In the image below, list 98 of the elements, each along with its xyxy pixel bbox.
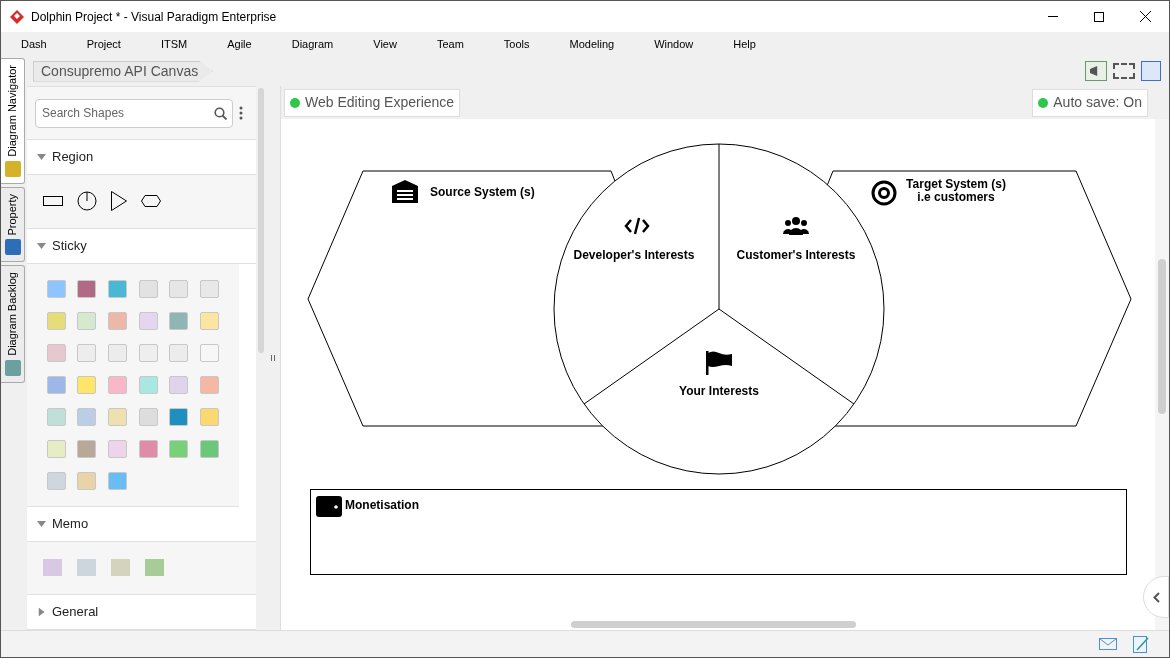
hexagon-shape-icon[interactable] <box>141 195 161 208</box>
circle-shape-icon[interactable] <box>77 191 97 212</box>
menu-item[interactable]: Project <box>76 32 131 56</box>
sticky-note-icon[interactable] <box>77 311 97 330</box>
palette-scrollbar[interactable] <box>258 88 264 353</box>
horizontal-scrollbar[interactable] <box>571 621 856 628</box>
sticky-note-icon[interactable] <box>169 343 189 362</box>
sticky-note-icon[interactable] <box>46 407 66 426</box>
sticky-note-icon[interactable] <box>108 311 128 330</box>
triangle-shape-icon[interactable] <box>111 191 127 212</box>
customer-interests-label: Customer's Interests <box>736 248 856 262</box>
diagram-canvas[interactable]: Source System (s) Target System (s) i.e customers Developer's Interests Customer's Interests Your Interests Monetisation <box>281 119 1155 630</box>
sticky-note-icon[interactable] <box>138 439 158 458</box>
breadcrumb[interactable]: Consupremo API Canvas <box>33 60 214 82</box>
megaphone-button[interactable] <box>1085 61 1107 81</box>
sticky-note-icon[interactable] <box>169 439 189 458</box>
sticky-note-icon[interactable] <box>138 407 158 426</box>
search-icon[interactable] <box>214 106 227 120</box>
sticky-note-icon[interactable] <box>77 439 97 458</box>
sticky-note-icon[interactable] <box>46 439 66 458</box>
sticky-note-icon[interactable] <box>46 343 66 362</box>
web-editing-badge[interactable]: Web Editing Experience <box>284 88 461 117</box>
sticky-note-icon[interactable] <box>138 279 158 298</box>
sticky-note-icon[interactable] <box>108 343 128 362</box>
sticky-note-icon[interactable] <box>108 471 128 490</box>
sticky-note-icon[interactable] <box>200 407 220 426</box>
menu-item[interactable]: Team <box>426 32 474 56</box>
menu-item[interactable]: Diagram <box>281 32 344 56</box>
app-logo-icon <box>10 9 24 24</box>
sticky-note-icon[interactable] <box>46 471 66 490</box>
caret-icon <box>38 607 45 617</box>
sticky-note-icon[interactable] <box>138 375 158 394</box>
users-icon <box>783 217 809 235</box>
menu-item[interactable]: Dash <box>11 32 57 56</box>
sticky-note-icon[interactable] <box>200 439 220 458</box>
memo-note-icon[interactable] <box>77 559 96 577</box>
note-edit-icon[interactable] <box>1133 635 1149 653</box>
search-field[interactable]: Search Shapes <box>35 98 233 128</box>
source-system-label: Source System (s) <box>430 185 535 199</box>
sticky-note-icon[interactable] <box>77 471 97 490</box>
autosave-badge[interactable]: Auto save: On <box>1032 88 1148 117</box>
sticky-note-icon[interactable] <box>200 279 220 298</box>
sticky-note-icon[interactable] <box>77 343 97 362</box>
sticky-note-icon[interactable] <box>77 407 97 426</box>
fit-screen-button[interactable] <box>1113 63 1135 79</box>
sticky-note-icon[interactable] <box>138 311 158 330</box>
window-title: Dolphin Project * - Visual Paradigm Enterprise <box>31 8 277 26</box>
sticky-note-icon[interactable] <box>108 439 128 458</box>
sticky-note-icon[interactable] <box>200 311 220 330</box>
chevron-left-icon <box>1152 591 1160 603</box>
code-icon <box>624 217 650 235</box>
side-tab[interactable]: Property <box>1 186 25 263</box>
sticky-note-icon[interactable] <box>200 375 220 394</box>
caret-icon <box>37 520 46 527</box>
sticky-note-icon[interactable] <box>169 279 189 298</box>
sticky-note-icon[interactable] <box>46 279 66 298</box>
mail-icon[interactable] <box>1099 638 1117 650</box>
menu-item[interactable]: View <box>363 32 407 56</box>
sticky-note-icon[interactable] <box>108 279 128 298</box>
target-system-label: i.e customers <box>917 190 995 204</box>
target-icon <box>871 180 897 206</box>
sticky-note-icon[interactable] <box>108 407 128 426</box>
wallet-icon <box>316 496 342 517</box>
sticky-note-icon[interactable] <box>138 343 158 362</box>
memo-note-icon[interactable] <box>111 559 130 577</box>
flag-icon <box>706 351 732 375</box>
sticky-note-icon[interactable] <box>169 407 189 426</box>
developer-interests-label: Developer's Interests <box>573 248 695 262</box>
layout-button[interactable] <box>1141 61 1161 81</box>
side-tab[interactable]: Diagram Navigator <box>1 58 25 184</box>
sticky-note-icon[interactable] <box>77 279 97 298</box>
caret-icon <box>37 154 46 160</box>
menu-item[interactable]: Window <box>644 32 704 56</box>
menu-item[interactable]: Agile <box>217 32 262 56</box>
menu-item[interactable]: Help <box>723 32 766 56</box>
target-system-label: Target System (s) <box>906 177 1006 191</box>
splitter-grip-icon[interactable] <box>271 355 275 361</box>
menu-item[interactable]: Modeling <box>559 32 625 56</box>
monetisation-label: Monetisation <box>345 498 419 512</box>
your-interests-label: Your Interests <box>679 384 759 398</box>
sticky-note-icon[interactable] <box>200 343 220 362</box>
side-tab[interactable]: Diagram Backlog <box>1 265 25 384</box>
caret-icon <box>37 242 46 249</box>
sticky-note-icon[interactable] <box>77 375 97 394</box>
close-icon[interactable] <box>1140 11 1151 22</box>
sticky-note-icon[interactable] <box>169 311 189 330</box>
menu-item[interactable]: ITSM <box>150 32 198 56</box>
menu-item[interactable]: Tools <box>493 32 540 56</box>
sticky-note-icon[interactable] <box>46 311 66 330</box>
rectangle-shape-icon[interactable] <box>43 196 63 207</box>
vertical-scrollbar[interactable] <box>1158 259 1166 414</box>
memo-note-icon[interactable] <box>43 559 62 577</box>
sticky-note-icon[interactable] <box>169 375 189 394</box>
sticky-note-icon[interactable] <box>108 375 128 394</box>
sticky-note-icon[interactable] <box>46 375 66 394</box>
garage-icon <box>392 180 418 203</box>
memo-note-icon[interactable] <box>145 559 164 577</box>
more-options-icon[interactable] <box>239 106 243 120</box>
